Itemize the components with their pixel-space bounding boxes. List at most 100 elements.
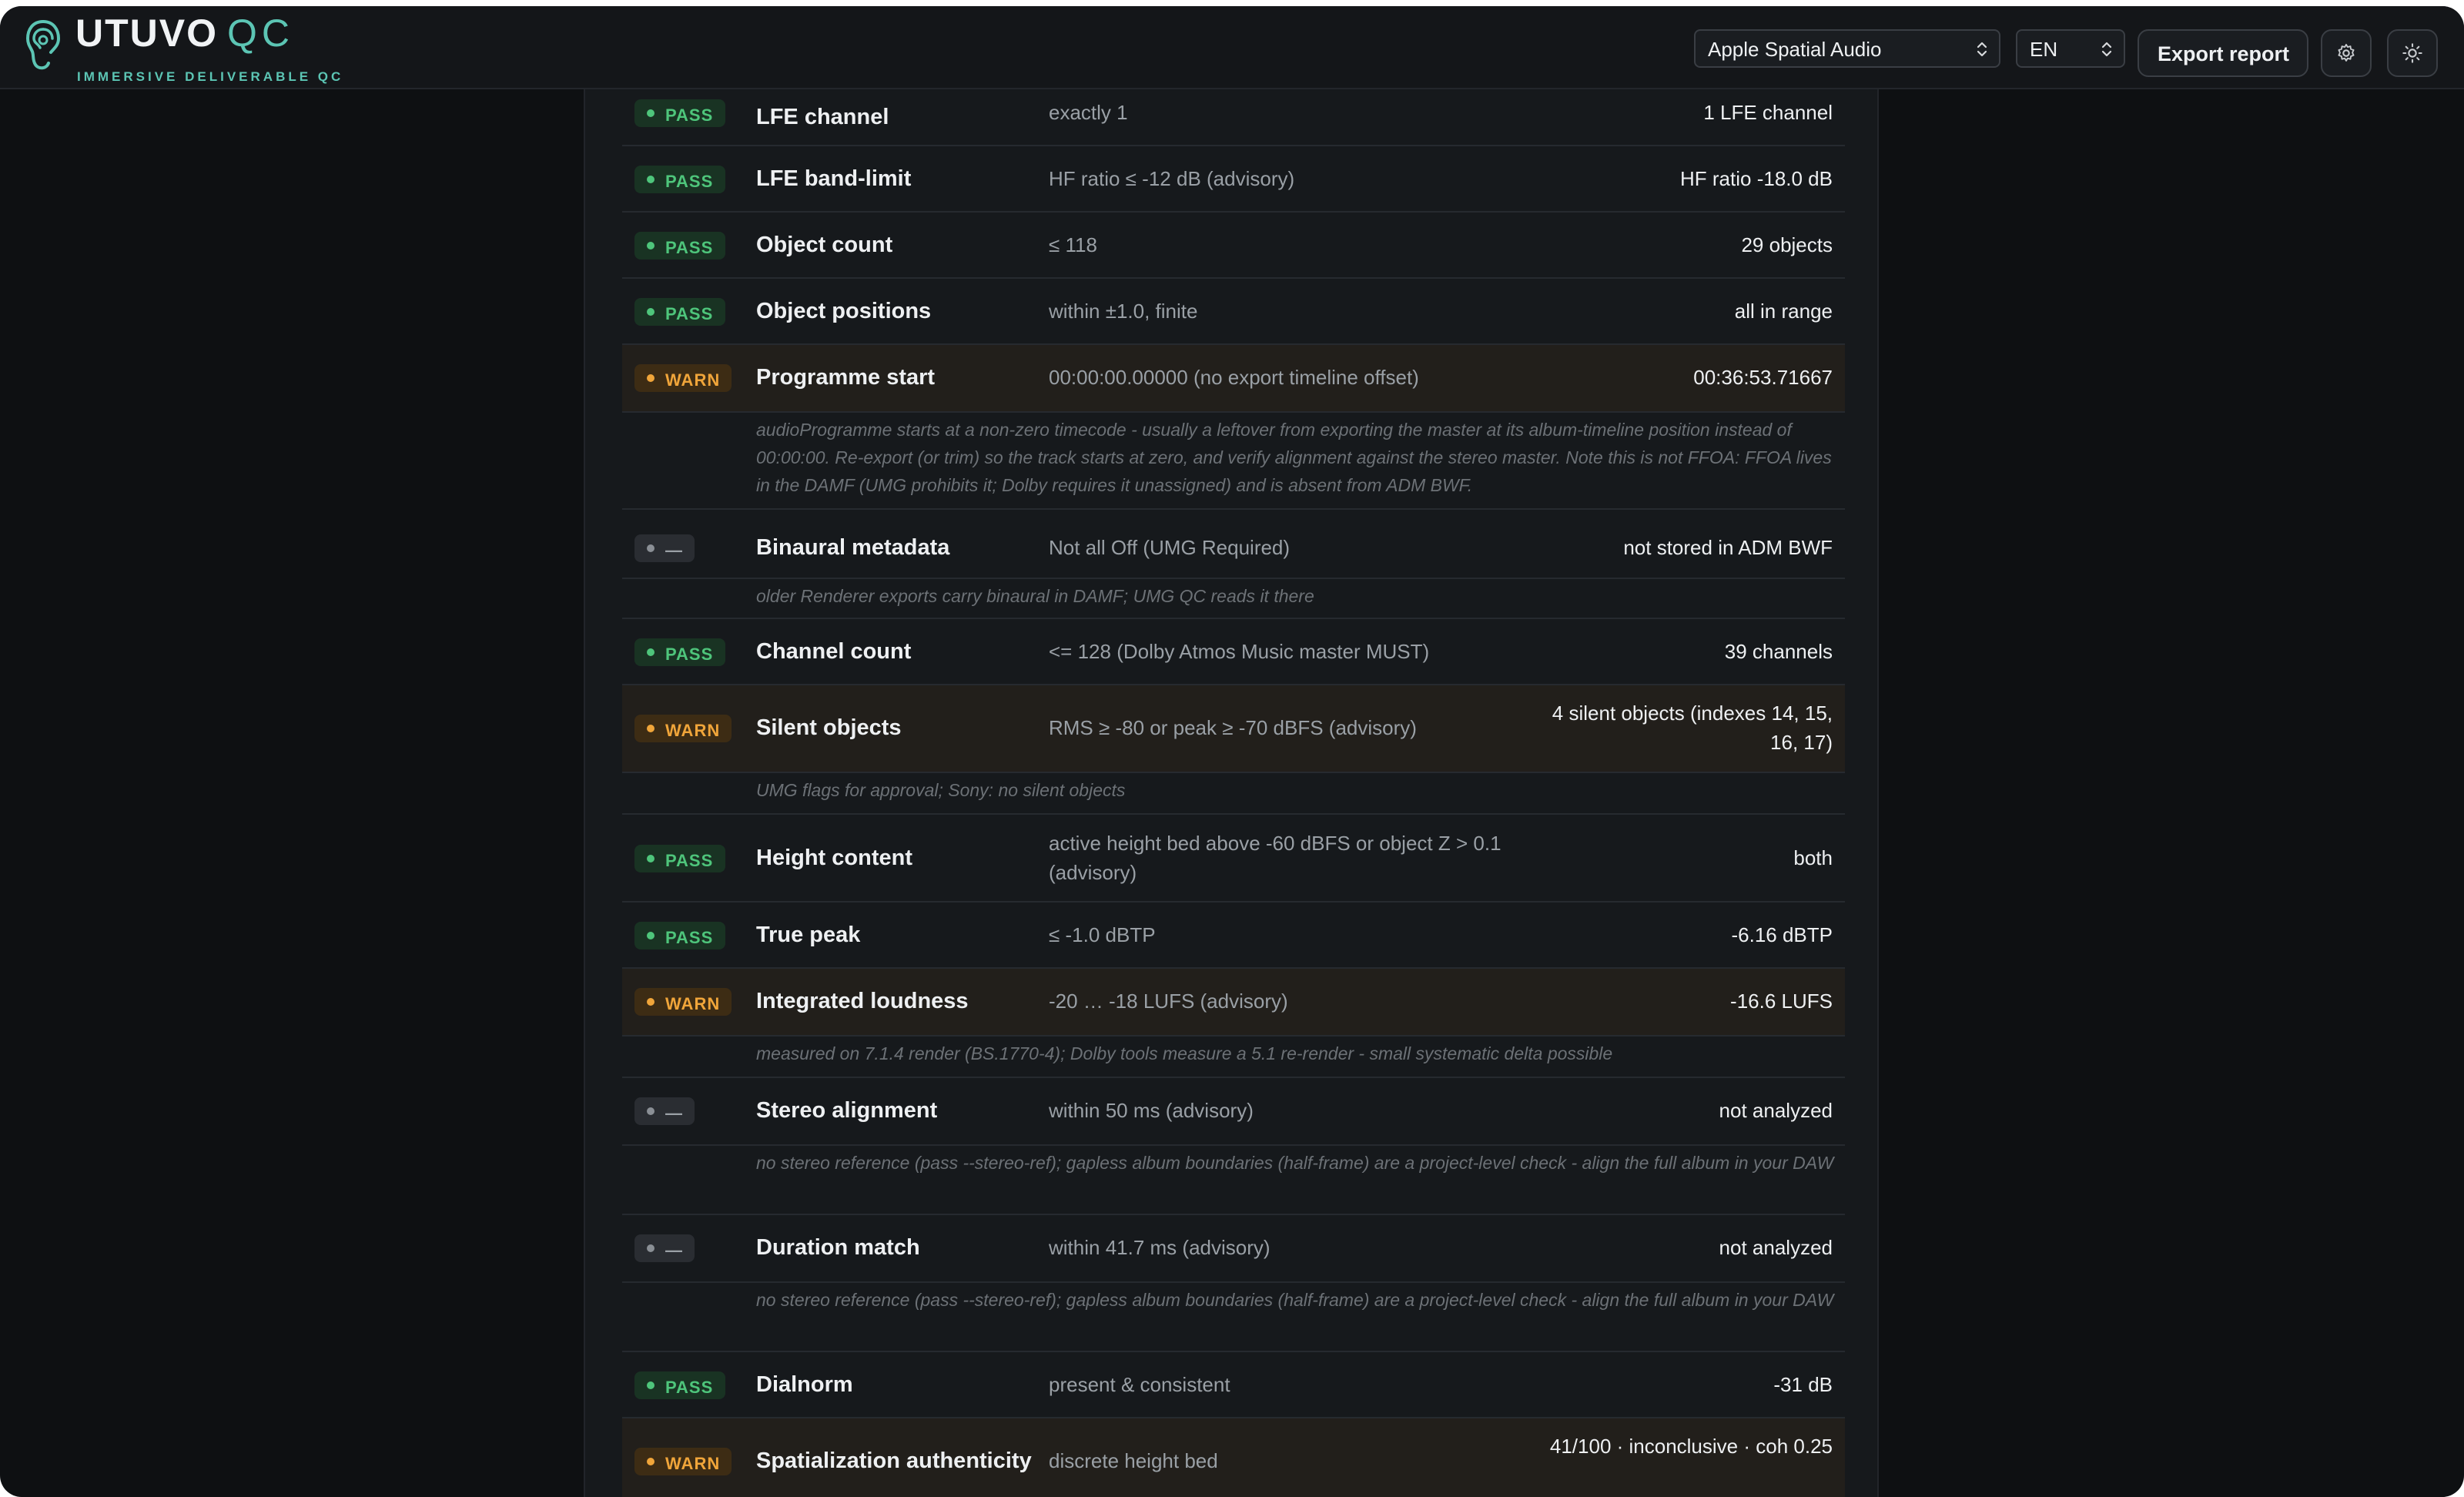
status-dot: [647, 374, 654, 382]
check-criterion: within ±1.0, finite: [1049, 300, 1198, 323]
check-criterion: exactly 1: [1049, 101, 1128, 124]
check-row-stereo-alignment: — Stereo alignment within 50 ms (advisor…: [622, 1078, 1845, 1215]
status-dot: [647, 648, 654, 656]
gear-icon: [2338, 43, 2355, 62]
check-criterion: within 41.7 ms (advisory): [1049, 1236, 1270, 1259]
divider: [622, 1281, 1845, 1283]
check-row-spatialization-authenticity: WARN Spatialization authenticity discret…: [622, 1418, 1845, 1497]
check-row-programme-start: WARN Programme start 00:00:00.00000 (no …: [622, 345, 1845, 510]
check-result: 29 objects: [1741, 233, 1833, 256]
status-label: WARN: [665, 370, 721, 390]
divider: [622, 772, 1845, 773]
check-row-dialnorm: PASS Dialnorm present & consistent -31 d…: [622, 1352, 1845, 1418]
check-row-integrated-loudness: WARN Integrated loudness -20 … -18 LUFS …: [622, 969, 1845, 1078]
check-name: Programme start: [756, 365, 936, 390]
check-name: LFE channel: [756, 105, 889, 129]
app-window: UTUVO QC IMMERSIVE DELIVERABLE QC Apple S…: [0, 6, 2464, 1497]
check-row-channel-count: PASS Channel count <= 128 (Dolby Atmos M…: [622, 619, 1845, 685]
divider: [622, 411, 1845, 413]
check-row-duration-match: — Duration match within 41.7 ms (advisor…: [622, 1215, 1845, 1352]
profile-select-value: Apple Spatial Audio: [1708, 38, 1882, 61]
check-note: no stereo reference (pass --stereo-ref);…: [756, 1153, 1834, 1173]
settings-button[interactable]: [2321, 29, 2372, 77]
check-row-binaural-metadata: — Binaural metadata Not all Off (UMG Req…: [622, 510, 1845, 619]
check-criterion: RMS ≥ -80 or peak ≥ -70 dBFS (advisory): [1049, 716, 1417, 739]
check-result: not stored in ADM BWF: [1623, 536, 1833, 559]
check-note: no stereo reference (pass --stereo-ref);…: [756, 1290, 1834, 1310]
check-note: older Renderer exports carry binaural in…: [756, 586, 1314, 606]
check-result: 39 channels: [1724, 640, 1833, 663]
theme-toggle-button[interactable]: [2387, 29, 2438, 77]
status-dot: [647, 1244, 654, 1252]
status-dot: [647, 544, 654, 552]
status-badge: WARN: [634, 1448, 732, 1475]
check-result: -31 dB: [1773, 1373, 1833, 1396]
status-dot: [647, 308, 654, 316]
check-result: 4 silent objects (indexes 14, 15, 16, 17…: [1552, 702, 1833, 754]
check-note: UMG flags for approval; Sony: no silent …: [756, 780, 1126, 800]
language-select[interactable]: EN: [2016, 29, 2125, 68]
status-label: PASS: [665, 1378, 714, 1397]
check-name: Integrated loudness: [756, 989, 969, 1013]
status-label: PASS: [665, 172, 714, 191]
status-dot: [647, 242, 654, 250]
check-name: Stereo alignment: [756, 1098, 938, 1123]
status-badge: —: [634, 1234, 695, 1262]
status-badge: WARN: [634, 364, 732, 392]
check-row-lfe-band-limit: PASS LFE band-limit HF ratio ≤ -12 dB (a…: [622, 146, 1845, 213]
check-criterion: <= 128 (Dolby Atmos Music master MUST): [1049, 640, 1430, 663]
check-row-object-count: PASS Object count ≤ 118 29 objects: [622, 213, 1845, 279]
status-label: —: [665, 541, 683, 560]
check-note: measured on 7.1.4 render (BS.1770-4); Do…: [756, 1043, 1613, 1063]
check-name: Object positions: [756, 299, 932, 323]
warn-row-highlight: WARN Programme start 00:00:00.00000 (no …: [622, 345, 1845, 411]
check-row-true-peak: PASS True peak ≤ -1.0 dBTP -6.16 dBTP: [622, 903, 1845, 969]
check-name: Duration match: [756, 1235, 920, 1260]
check-name: Binaural metadata: [756, 535, 950, 560]
profile-select[interactable]: Apple Spatial Audio: [1694, 29, 2000, 68]
status-label: WARN: [665, 721, 721, 740]
warn-row-highlight: WARN Integrated loudness -20 … -18 LUFS …: [622, 969, 1845, 1035]
check-name: True peak: [756, 923, 861, 947]
check-result: not analyzed: [1719, 1099, 1833, 1122]
check-result: 00:36:53.71667: [1693, 366, 1833, 389]
sun-icon: [2402, 43, 2422, 63]
status-label: —: [665, 1103, 683, 1123]
status-badge: WARN: [634, 715, 732, 742]
status-label: PASS: [665, 851, 714, 870]
ear-logo-icon: [25, 20, 61, 70]
check-result: -6.16 dBTP: [1731, 923, 1833, 946]
divider: [622, 1144, 1845, 1146]
check-result: HF ratio -18.0 dB: [1680, 167, 1833, 190]
status-label: PASS: [665, 105, 714, 125]
status-badge: —: [634, 534, 695, 562]
check-criterion: within 50 ms (advisory): [1049, 1099, 1254, 1122]
check-criterion: ≤ -1.0 dBTP: [1049, 923, 1156, 946]
check-result: 41/100 · inconclusive · coh 0.25: [1549, 1435, 1833, 1458]
top-bar: UTUVO QC IMMERSIVE DELIVERABLE QC Apple S…: [0, 6, 2464, 89]
status-label: WARN: [665, 994, 721, 1013]
divider: [622, 1035, 1845, 1037]
logo-suffix: QC: [227, 12, 294, 55]
status-label: PASS: [665, 928, 714, 947]
status-badge: —: [634, 1097, 695, 1125]
check-result: both: [1793, 846, 1833, 869]
status-badge: PASS: [634, 1371, 725, 1399]
check-row-height-content: PASS Height content active height bed ab…: [622, 815, 1845, 903]
status-badge: PASS: [634, 166, 725, 193]
status-dot: [647, 109, 654, 117]
status-badge: WARN: [634, 988, 732, 1016]
status-dot: [647, 1458, 654, 1465]
check-row-lfe-channel: PASS LFE channel exactly 1 1 LFE channel: [622, 89, 1845, 146]
language-select-value: EN: [2030, 38, 2058, 61]
status-badge: PASS: [634, 845, 725, 872]
status-dot: [647, 855, 654, 862]
check-criterion: 00:00:00.00000 (no export timeline offse…: [1049, 366, 1419, 389]
check-row-object-positions: PASS Object positions within ±1.0, finit…: [622, 279, 1845, 345]
check-note: audioProgramme starts at a non-zero time…: [756, 420, 1832, 495]
status-badge: PASS: [634, 232, 725, 260]
logo-name-text: UTUVO: [75, 12, 218, 55]
export-report-button[interactable]: Export report: [2138, 29, 2308, 77]
check-result: -16.6 LUFS: [1730, 990, 1833, 1013]
check-result: 1 LFE channel: [1703, 101, 1833, 124]
